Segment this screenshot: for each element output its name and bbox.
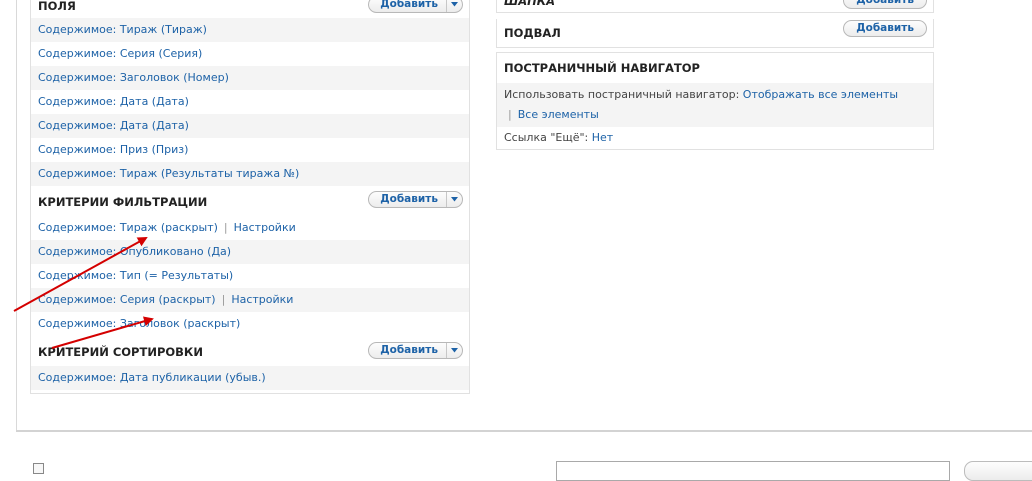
header-title: ШАПКА [504,0,556,8]
separator: | [221,293,226,306]
footer-add-button[interactable]: Добавить [843,20,927,37]
separator: | [508,108,512,121]
sort-row[interactable]: Содержимое: Дата публикации (убыв.) [31,366,469,390]
fields-title: ПОЛЯ [38,0,76,13]
bottom-input[interactable] [556,461,950,481]
right-column: ШАПКА Добавить ПОДВАЛ Добавить ПОСТРАНИЧ… [496,0,934,150]
filters-section-header: КРИТЕРИИ ФИЛЬТРАЦИИ Добавить [31,186,469,216]
filter-row[interactable]: Содержимое: Заголовок (раскрыт) [31,312,469,336]
field-row[interactable]: Содержимое: Заголовок (Номер) [31,66,469,90]
header-add-button[interactable]: Добавить [843,0,927,9]
more-link-value[interactable]: Нет [592,131,613,144]
settings-link[interactable]: Настройки [234,221,296,234]
field-row[interactable]: Содержимое: Серия (Серия) [31,42,469,66]
field-row[interactable]: Содержимое: Тираж (Тираж) [31,18,469,42]
chevron-down-icon[interactable] [446,0,462,12]
more-link-label: Ссылка "Ещё": [504,131,589,144]
filters-add-label: Добавить [380,193,438,205]
pager-settings-row: Использовать постраничный навигатор: Ото… [497,83,933,127]
filters-add-button[interactable]: Добавить [368,191,463,208]
header-box: ШАПКА Добавить [496,0,934,13]
fields-section-header: ПОЛЯ Добавить [31,0,469,18]
filters-title: КРИТЕРИИ ФИЛЬТРАЦИИ [38,195,208,209]
settings-link[interactable]: Настройки [231,293,293,306]
header-section-header: ШАПКА Добавить [497,0,933,12]
field-row[interactable]: Содержимое: Тираж (Результаты тиража №) [31,162,469,186]
fields-add-button[interactable]: Добавить [368,0,463,13]
fields-add-label: Добавить [380,0,438,10]
pager-title: ПОСТРАНИЧНЫЙ НАВИГАТОР [497,53,933,83]
filter-row[interactable]: Содержимое: Тип (= Результаты) [31,264,469,288]
footer-title: ПОДВАЛ [504,26,561,40]
pager-box: ПОСТРАНИЧНЫЙ НАВИГАТОР Использовать пост… [496,52,934,150]
filter-row[interactable]: Содержимое: Тираж (раскрыт) | Настройки [31,216,469,240]
bottom-button[interactable] [964,461,1032,481]
field-row[interactable]: Содержимое: Дата (Дата) [31,114,469,138]
filter-row[interactable]: Содержимое: Опубликовано (Да) [31,240,469,264]
sort-add-label: Добавить [380,344,438,356]
more-link-row: Ссылка "Ещё": Нет [497,127,933,149]
sort-add-button[interactable]: Добавить [368,342,463,359]
pager-use-label: Использовать постраничный навигатор: [504,88,740,101]
footer-section-header: ПОДВАЛ Добавить [497,19,933,47]
field-row[interactable]: Содержимое: Дата (Дата) [31,90,469,114]
all-items-link[interactable]: Все элементы [518,108,599,121]
left-border-line [16,0,17,430]
sort-section-header: КРИТЕРИЙ СОРТИРОВКИ Добавить [31,336,469,366]
field-row[interactable]: Содержимое: Приз (Приз) [31,138,469,162]
bottom-bar [0,432,1032,481]
sort-title: КРИТЕРИЙ СОРТИРОВКИ [38,345,203,359]
chevron-down-icon[interactable] [446,192,462,207]
footer-box: ПОДВАЛ Добавить [496,19,934,48]
footer-add-label: Добавить [856,22,914,34]
left-column: ПОЛЯ Добавить Содержимое: Тираж (Тираж) … [30,0,470,394]
separator: | [223,221,228,234]
filter-row[interactable]: Содержимое: Серия (раскрыт) | Настройки [31,288,469,312]
header-add-label: Добавить [856,0,914,6]
pager-use-link[interactable]: Отображать все элементы [743,88,898,101]
chevron-down-icon[interactable] [446,343,462,358]
